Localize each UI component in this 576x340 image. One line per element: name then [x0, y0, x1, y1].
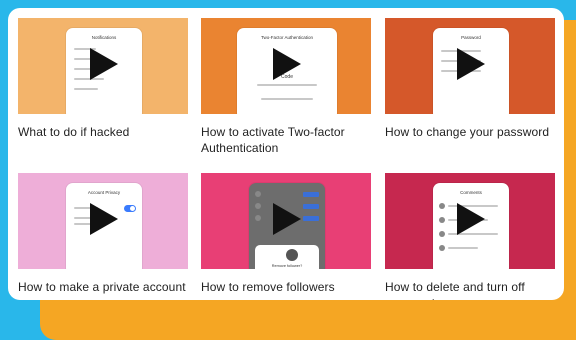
phone-screen-title: Notifications: [91, 35, 117, 40]
video-caption[interactable]: How to remove followers: [201, 279, 371, 295]
video-caption[interactable]: How to change your password: [385, 124, 555, 140]
screen-line: [257, 84, 317, 86]
screen-button: [303, 216, 319, 221]
video-card-hacked[interactable]: Notifications What to do if hacked: [18, 18, 188, 140]
video-card-remove-followers[interactable]: Remove follower? How to remove followers: [201, 173, 371, 295]
video-thumbnail[interactable]: Remove follower?: [201, 173, 371, 269]
avatar: [439, 231, 445, 237]
video-caption[interactable]: How to delete and turn off comments: [385, 279, 555, 300]
privacy-toggle: [124, 205, 136, 212]
video-card-private-account[interactable]: Account Privacy How to make a private ac…: [18, 173, 188, 295]
video-thumbnail[interactable]: Comments: [385, 173, 555, 269]
avatar: [439, 203, 445, 209]
video-thumbnail[interactable]: Password: [385, 18, 555, 114]
screen-button: [303, 192, 319, 197]
video-tutorial-panel: Notifications What to do if hacked Two-F…: [8, 8, 564, 300]
remove-follower-popup: Remove follower?: [255, 245, 319, 269]
play-icon[interactable]: [90, 48, 118, 80]
screen-button: [303, 204, 319, 209]
video-caption[interactable]: How to make a private account: [18, 279, 188, 295]
screen-line: [261, 98, 313, 100]
video-card-two-factor[interactable]: Two-Factor Authentication Code How to ac…: [201, 18, 371, 156]
play-icon[interactable]: [457, 48, 485, 80]
video-caption[interactable]: What to do if hacked: [18, 124, 188, 140]
avatar: [439, 217, 445, 223]
avatar: [286, 249, 298, 261]
phone-screen-title: Password: [461, 35, 481, 40]
video-thumbnail[interactable]: Notifications: [18, 18, 188, 114]
screen-line: [448, 247, 478, 249]
play-icon[interactable]: [457, 203, 485, 235]
screen-line: [74, 88, 98, 90]
avatar: [255, 215, 261, 221]
avatar: [255, 203, 261, 209]
play-icon[interactable]: [273, 203, 301, 235]
phone-screen-title: Comments: [460, 190, 482, 195]
video-caption[interactable]: How to activate Two-factor Authenticatio…: [201, 124, 371, 156]
video-card-password[interactable]: Password How to change your password: [385, 18, 555, 140]
phone-screen-title: Two-Factor Authentication: [260, 35, 314, 40]
avatar: [439, 245, 445, 251]
video-thumbnail[interactable]: Account Privacy: [18, 173, 188, 269]
play-icon[interactable]: [90, 203, 118, 235]
phone-screen-title: Account Privacy: [87, 190, 121, 195]
popup-text: Remove follower?: [271, 264, 303, 268]
video-thumbnail[interactable]: Two-Factor Authentication Code: [201, 18, 371, 114]
avatar: [255, 191, 261, 197]
video-card-comments[interactable]: Comments How to delete and turn off comm…: [385, 173, 555, 300]
play-icon[interactable]: [273, 48, 301, 80]
